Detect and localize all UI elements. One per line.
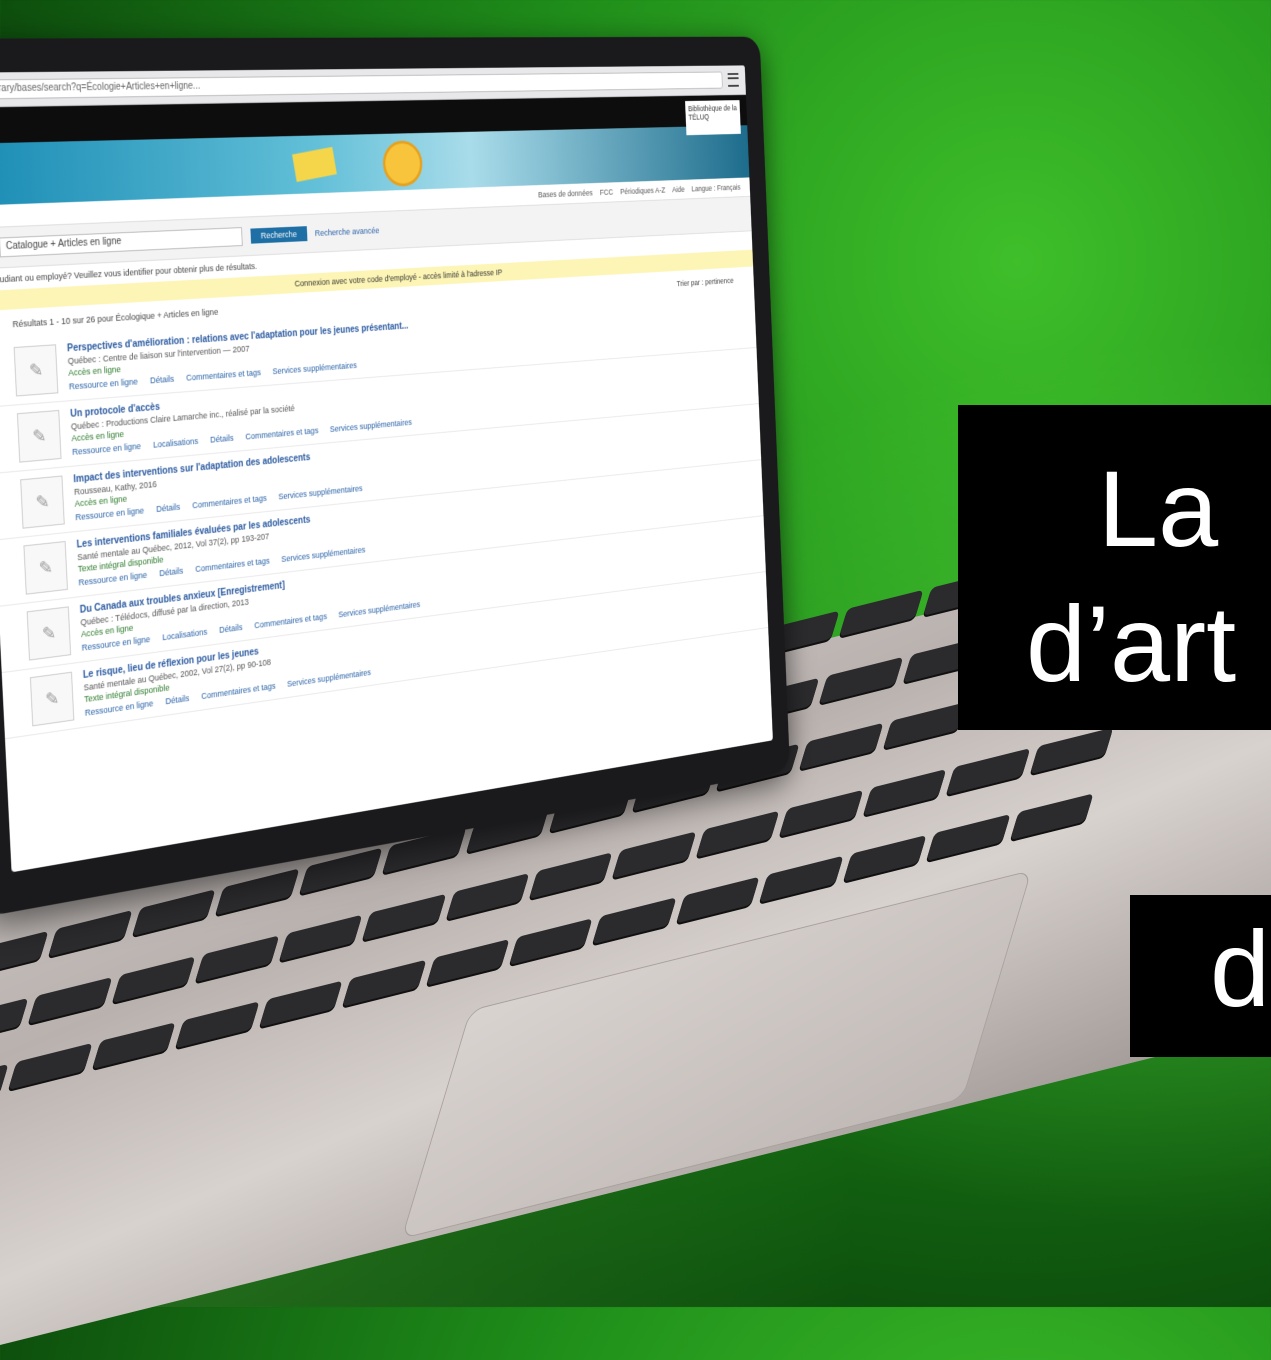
result-link[interactable]: Commentaires et tags [245, 426, 318, 442]
keyboard-key [8, 1043, 93, 1091]
scope-select[interactable]: Catalogue + Articles en ligne [0, 227, 243, 258]
result-link[interactable]: Détails [219, 622, 243, 634]
keyboard-key [529, 851, 613, 899]
result-link[interactable]: Ressource en ligne [72, 441, 141, 457]
keyboard-key [926, 814, 1011, 862]
keyboard-key [759, 856, 844, 904]
keyboard-key [839, 589, 924, 637]
result-link[interactable]: Détails [210, 433, 234, 445]
keyboard-key [425, 939, 510, 987]
keyboard-key [131, 889, 216, 937]
title-overlay-box-2: d [1130, 895, 1271, 1057]
menu-icon[interactable] [727, 73, 739, 87]
keyboard-key [342, 960, 427, 1008]
title-overlay-box: La d’art [958, 405, 1271, 730]
result-link[interactable]: Ressource en ligne [69, 377, 138, 392]
keyboard-key [111, 955, 196, 1003]
keyboard-key [258, 980, 343, 1028]
results-summary: Résultats 1 - 10 sur 26 pour Écologique … [12, 307, 219, 330]
keyboard-key [675, 876, 760, 924]
laptop-screen-bezel: library/bases/search?q=Écologie+Articles… [0, 36, 791, 918]
document-icon[interactable]: ✎ [29, 671, 75, 727]
keyboard-key [862, 768, 947, 816]
keyboard-key [48, 910, 133, 958]
keyboard-key [1009, 793, 1094, 841]
keyboard-key [946, 747, 1031, 795]
keyboard-key [508, 918, 593, 966]
document-icon[interactable]: ✎ [26, 606, 72, 661]
library-logo[interactable]: Bibliothèque de la TÉLUQ [685, 100, 741, 136]
result-link[interactable]: Ressource en ligne [75, 506, 144, 523]
keyboard-key [362, 893, 447, 941]
keyboard-key [799, 722, 884, 770]
top-link[interactable]: Périodiques A-Z [620, 186, 665, 196]
note-graphic [292, 146, 337, 183]
keyboard-key [28, 976, 113, 1024]
title-line-3: d [1210, 908, 1271, 1029]
keyboard-key [0, 997, 29, 1045]
title-line-2: d’art [1026, 583, 1237, 704]
laptop-screen: library/bases/search?q=Écologie+Articles… [0, 65, 773, 873]
keyboard-key [819, 656, 904, 704]
result-link[interactable]: Détails [156, 502, 180, 514]
keyboard-key [592, 897, 677, 945]
url-bar[interactable]: library/bases/search?q=Écologie+Articles… [0, 71, 723, 100]
document-icon[interactable]: ✎ [20, 475, 65, 529]
results-list: ✎ Perspectives d'amélioration : relations… [0, 291, 769, 740]
keyboard-key [91, 1022, 176, 1070]
result-link[interactable]: Services supplémentaires [330, 417, 412, 433]
keyboard-key [779, 789, 864, 837]
document-icon[interactable]: ✎ [16, 409, 62, 463]
keyboard-key [445, 872, 530, 920]
result-link[interactable]: Détails [150, 374, 174, 385]
result-link[interactable]: Détails [165, 693, 189, 706]
top-link[interactable]: Bases de données [538, 188, 593, 199]
keyboard-key [882, 702, 967, 750]
keyboard-key [278, 914, 363, 962]
keyboard-key [195, 935, 280, 983]
keyboard-key [175, 1001, 260, 1049]
result-link[interactable]: Localisations [162, 627, 207, 642]
keyboard-key [215, 868, 300, 916]
result-link[interactable]: Services supplémentaires [272, 361, 357, 377]
keyboard-key [1029, 727, 1114, 775]
title-line-1: La [1098, 448, 1219, 569]
keyboard-key [0, 930, 49, 978]
top-link[interactable]: FCC [600, 188, 614, 197]
keyboard-key [612, 831, 697, 879]
document-icon[interactable]: ✎ [13, 344, 59, 397]
result-link[interactable]: Détails [159, 566, 183, 578]
document-icon[interactable]: ✎ [23, 540, 68, 595]
result-link[interactable]: Localisations [153, 436, 199, 450]
top-link[interactable]: Langue : Français [691, 183, 740, 193]
keyboard-key [695, 810, 780, 858]
advanced-search-link[interactable]: Recherche avancée [315, 226, 380, 238]
top-link[interactable]: Aide [672, 185, 685, 194]
keyboard-key [0, 1064, 9, 1112]
sort-select[interactable]: Trier par : pertinence [677, 276, 734, 288]
result-link[interactable]: Commentaires et tags [186, 368, 261, 383]
search-button[interactable]: Recherche [250, 226, 308, 244]
keyboard-key [842, 835, 927, 883]
globe-graphic [381, 140, 424, 188]
